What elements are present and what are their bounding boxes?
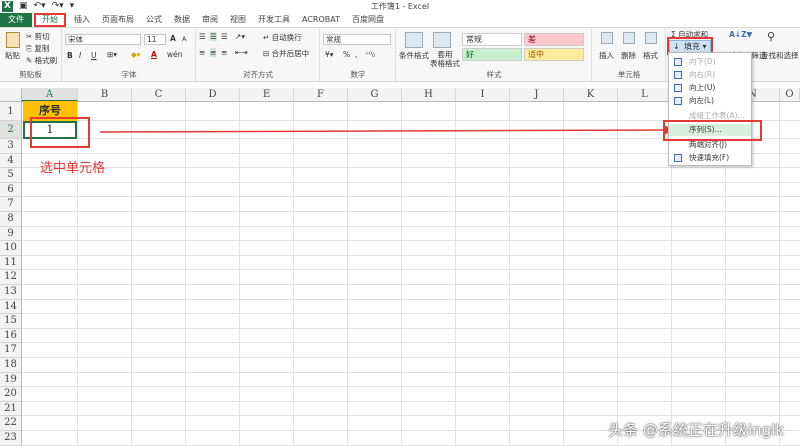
menu-item-flash-fill-label: 快速填充(F) <box>689 153 730 162</box>
menu-item-fill-down-label: 向下(D) <box>689 57 716 66</box>
menu-item-flash-fill[interactable]: 快速填充(F) <box>669 152 751 164</box>
watermark: 头条 @系统正在升级inglk <box>608 421 784 439</box>
menu-item-fill-right[interactable]: 向右(R) <box>669 69 751 81</box>
fill-left-icon <box>674 97 682 105</box>
menu-item-fill-down[interactable]: 向下(D) <box>669 56 751 68</box>
flash-fill-icon <box>674 154 682 162</box>
fill-up-icon <box>674 84 682 92</box>
menu-item-fill-right-label: 向右(R) <box>689 70 716 79</box>
menu-item-fill-left-label: 向左(L) <box>689 96 715 105</box>
fill-down-icon <box>674 58 682 66</box>
series-highlight-box <box>663 120 762 141</box>
menu-item-fill-left[interactable]: 向左(L) <box>669 95 751 107</box>
menu-item-fill-up[interactable]: 向上(U) <box>669 82 751 94</box>
annotation-arrow-line <box>99 129 665 133</box>
fill-right-icon <box>674 71 682 79</box>
fill-dropdown-menu: 向下(D) 向右(R) 向上(U) 向左(L) 成组工作表(A)... 序列(S… <box>668 52 752 166</box>
menu-item-fill-up-label: 向上(U) <box>689 83 716 92</box>
